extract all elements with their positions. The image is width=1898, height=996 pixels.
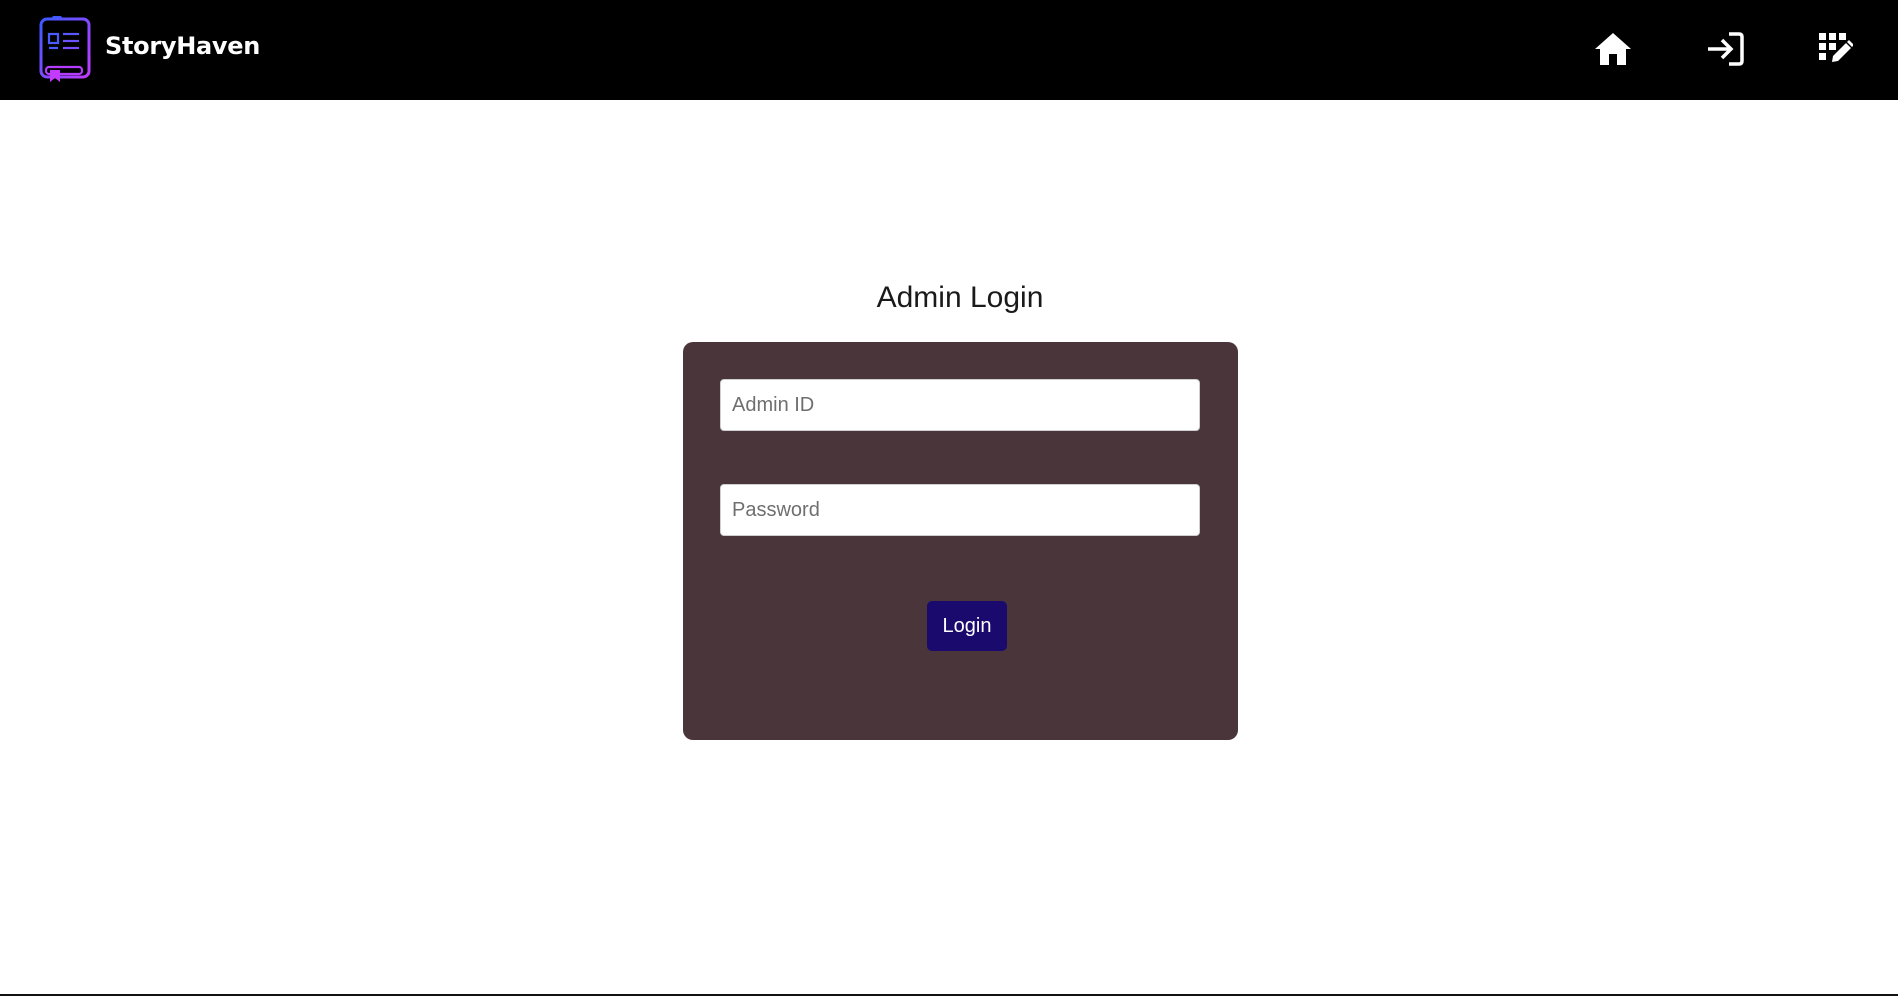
login-card: Login (683, 342, 1238, 740)
admin-id-input[interactable] (720, 379, 1200, 431)
edit-grid-icon[interactable] (1812, 26, 1858, 72)
login-button[interactable]: Login (927, 601, 1007, 651)
brand-name[interactable]: StoryHaven (105, 30, 260, 62)
navbar: StoryHaven (0, 0, 1898, 100)
book-list-icon[interactable] (38, 15, 92, 85)
home-icon[interactable] (1590, 26, 1636, 72)
password-input[interactable] (720, 484, 1200, 536)
sign-in-icon[interactable] (1702, 26, 1748, 72)
page-title: Admin Login (876, 281, 1044, 314)
